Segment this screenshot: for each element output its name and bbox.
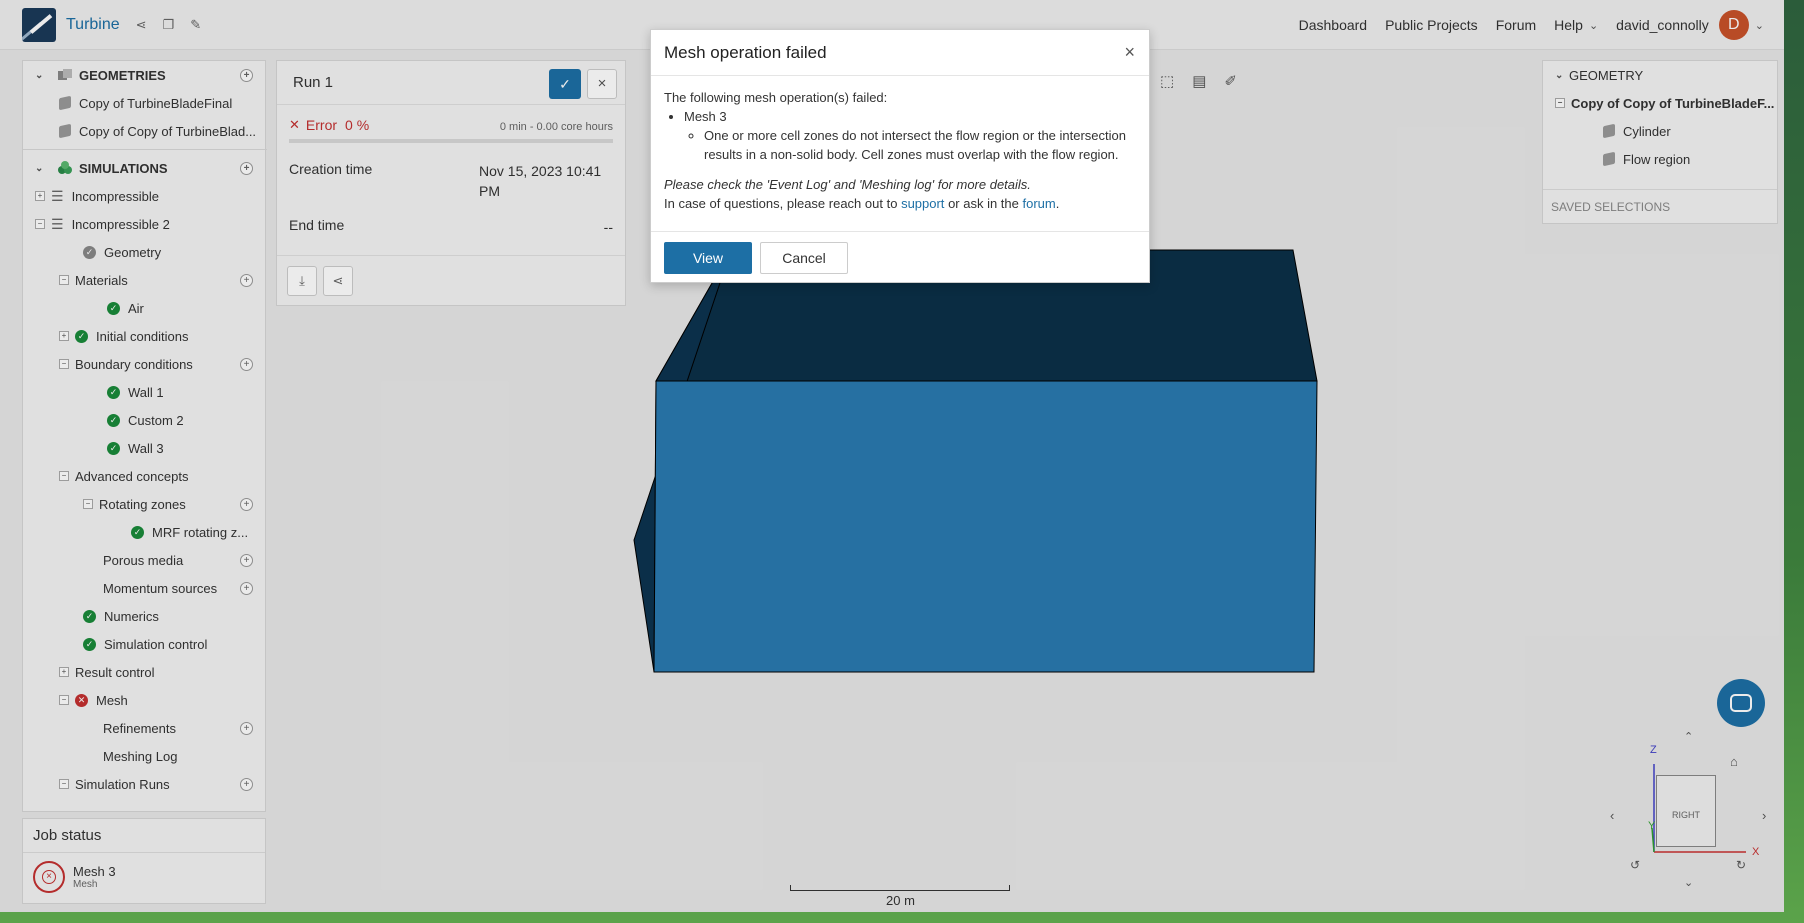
dialog-check-note: Please check the 'Event Log' and 'Meshin… <box>664 177 1031 192</box>
failed-operation-name: Mesh 3 <box>684 109 727 124</box>
dialog-header: Mesh operation failed × <box>651 30 1149 76</box>
support-link[interactable]: support <box>901 196 944 211</box>
app-window: Turbine ⋖ ❐ ✎ Dashboard Public Projects … <box>0 0 1784 912</box>
view-button[interactable]: View <box>664 242 752 274</box>
dialog-contact: In case of questions, please reach out t… <box>664 194 1136 213</box>
mesh-failed-dialog: Mesh operation failed × The following me… <box>650 29 1150 283</box>
failed-operations-list: Mesh 3 One or more cell zones do not int… <box>684 107 1136 164</box>
dialog-title: Mesh operation failed <box>664 42 827 62</box>
contact-suffix: . <box>1055 196 1060 211</box>
dialog-footer: View Cancel <box>651 231 1149 284</box>
dialog-close-icon[interactable]: × <box>1124 42 1135 63</box>
failed-operation: Mesh 3 One or more cell zones do not int… <box>684 107 1136 164</box>
contact-mid: or ask in the <box>948 196 1019 211</box>
dialog-intro: The following mesh operation(s) failed: <box>664 90 888 105</box>
cancel-button[interactable]: Cancel <box>760 242 848 274</box>
dialog-body: The following mesh operation(s) failed: … <box>651 76 1149 213</box>
forum-link[interactable]: forum <box>1023 196 1056 211</box>
contact-prefix: In case of questions, please reach out t… <box>664 196 898 211</box>
failure-reason: One or more cell zones do not intersect … <box>704 126 1136 164</box>
